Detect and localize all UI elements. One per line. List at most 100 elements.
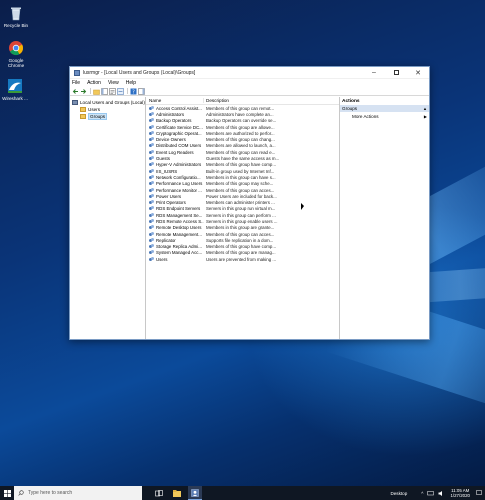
group-name-cell: Device Owners xyxy=(146,137,204,142)
desktop-icon-recycle-bin[interactable]: Recycle Bin xyxy=(1,5,31,28)
actions-section-groups[interactable]: Groups ▲ xyxy=(340,105,429,112)
group-name-cell: Administrators xyxy=(146,111,204,117)
start-button[interactable] xyxy=(0,486,14,500)
properties-icon xyxy=(109,87,116,95)
group-name: Backup Operators xyxy=(156,118,192,124)
taskbar: Type here to search Desktop ^ 11:05 AM 1… xyxy=(0,486,485,500)
actions-title: Actions xyxy=(342,98,360,104)
maximize-button[interactable] xyxy=(385,67,407,79)
table-row[interactable]: Remote Desktop Users Members in this grou… xyxy=(146,225,339,231)
taskbar-lusrmgr[interactable] xyxy=(188,486,202,500)
group-icon xyxy=(149,130,154,136)
table-row[interactable]: Distributed COM Users Members are allowed… xyxy=(146,143,339,149)
taskbar-clock[interactable]: 11:05 AM 1/27/2020 xyxy=(450,488,470,498)
minimize-icon: – xyxy=(372,69,376,76)
group-icon xyxy=(149,206,154,211)
group-name-cell: System Managed Acc... xyxy=(146,250,204,255)
group-icon xyxy=(149,237,154,243)
submenu-arrow-icon: ▶ xyxy=(423,113,427,119)
table-row[interactable]: Storage Replica Admi... Members of this g… xyxy=(146,244,339,250)
group-description: Members can administer printers ... xyxy=(206,200,275,206)
column-header-description[interactable]: Description xyxy=(204,98,339,103)
table-row[interactable]: Print Operators Members can administer pr… xyxy=(146,199,339,205)
group-icon xyxy=(149,124,154,130)
table-row[interactable]: Access Control Assist... Members of this … xyxy=(146,105,339,111)
close-button[interactable]: ✕ xyxy=(407,67,429,79)
table-row[interactable]: Network Configuratio... Members in this g… xyxy=(146,174,339,180)
refresh-button[interactable] xyxy=(117,87,124,95)
menu-view[interactable]: View xyxy=(108,80,119,86)
table-row[interactable]: Remote Management... Members of this grou… xyxy=(146,231,339,237)
table-row[interactable]: Performance Log Users Members of this gro… xyxy=(146,181,339,187)
table-row[interactable]: Certificate Service DC... Members of this… xyxy=(146,124,339,130)
table-row[interactable]: Power Users Power Users are included for … xyxy=(146,193,339,199)
table-row[interactable]: Guests Guests have the same access as m..… xyxy=(146,155,339,161)
help-button[interactable]: ? xyxy=(130,88,137,95)
group-name: RDS Management Se... xyxy=(156,212,203,218)
table-row[interactable]: Replicator Supports file replication in a… xyxy=(146,237,339,243)
group-name-cell: RDS Endpoint Servers xyxy=(146,206,204,211)
table-row[interactable]: Performance Monitor ... Members of this g… xyxy=(146,187,339,193)
group-name-cell: Cryptographic Operat... xyxy=(146,130,204,136)
minimize-button[interactable]: – xyxy=(363,67,385,79)
table-row[interactable]: Administrators Administrators have comple… xyxy=(146,111,339,117)
table-row[interactable]: RDS Remote Access S... Servers in this gr… xyxy=(146,218,339,224)
table-row[interactable]: Device Owners Members of this group can c… xyxy=(146,136,339,142)
toolbar-separator xyxy=(127,88,128,94)
table-row[interactable]: System Managed Acc... Members of this gro… xyxy=(146,250,339,256)
menu-action[interactable]: Action xyxy=(87,80,101,86)
tree-root[interactable]: Local Users and Groups (Local) xyxy=(70,99,145,106)
group-icon xyxy=(149,156,154,161)
taskbar-file-explorer[interactable] xyxy=(170,486,184,500)
table-row[interactable]: Backup Operators Backup Operators can ove… xyxy=(146,118,339,124)
desktop-icon-wireshark[interactable]: Wireshark ... xyxy=(0,78,30,101)
group-name: Device Owners xyxy=(156,137,186,143)
group-description: Members of this group can read e... xyxy=(206,149,276,155)
group-name-cell: Performance Monitor ... xyxy=(146,187,204,193)
show-hide-tree-button[interactable] xyxy=(101,87,108,95)
properties-button[interactable] xyxy=(109,87,116,95)
console-tree: Local Users and Groups (Local) Users Gro… xyxy=(70,97,146,339)
group-description: Users are prevented from making ... xyxy=(206,256,277,262)
folder-icon xyxy=(80,107,86,112)
tree-item-users[interactable]: Users xyxy=(70,106,145,113)
column-header-name[interactable]: Name xyxy=(146,98,204,103)
group-name: Storage Replica Admi... xyxy=(156,244,202,250)
table-row[interactable]: RDS Endpoint Servers Servers in this grou… xyxy=(146,206,339,212)
menu-file[interactable]: File xyxy=(72,80,80,86)
desktop: Recycle Bin Google Chrome Wireshark ... … xyxy=(0,0,485,486)
up-one-level-button[interactable] xyxy=(93,88,100,95)
desktop-icon-label: Google Chrome xyxy=(7,58,25,68)
group-icon xyxy=(149,193,154,199)
search-placeholder: Type here to search xyxy=(28,490,73,496)
table-row[interactable]: RDS Management Se... Servers in this grou… xyxy=(146,212,339,218)
task-view-icon xyxy=(155,489,163,496)
maximize-icon xyxy=(393,70,399,75)
group-name: Hyper-V Administrators xyxy=(156,162,202,168)
menu-help[interactable]: Help xyxy=(126,80,136,86)
group-icon xyxy=(149,137,154,142)
more-actions-item[interactable]: More Actions ▶ xyxy=(340,112,429,120)
back-button[interactable] xyxy=(72,88,79,95)
more-actions-label: More Actions xyxy=(352,113,379,119)
console-tree-icon xyxy=(101,87,108,95)
table-row[interactable]: Event Log Readers Members of this group c… xyxy=(146,149,339,155)
table-row[interactable]: Hyper-V Administrators Members of this gr… xyxy=(146,162,339,168)
title-bar[interactable]: lusrmgr - [Local Users and Groups (Local… xyxy=(70,67,429,79)
table-row[interactable]: Cryptographic Operat... Members are autho… xyxy=(146,130,339,136)
forward-button[interactable] xyxy=(80,88,87,95)
group-name-cell: Replicator xyxy=(146,237,204,243)
mouse-cursor xyxy=(301,203,304,210)
desktop-icon-chrome[interactable]: Google Chrome xyxy=(1,40,31,68)
table-row[interactable]: Users Users are prevented from making ... xyxy=(146,256,339,262)
tree-item-groups[interactable]: Groups xyxy=(70,113,145,120)
back-arrow-icon xyxy=(72,88,78,94)
group-name-cell: Performance Log Users xyxy=(146,181,204,186)
desktop-toolbar-label[interactable]: Desktop xyxy=(390,491,407,496)
table-row[interactable]: IIS_IUSRS Built-in group used by Internet… xyxy=(146,168,339,174)
task-view-button[interactable] xyxy=(152,486,166,500)
show-hidden-icons-icon[interactable]: ^ xyxy=(421,491,423,496)
show-hide-action-pane-button[interactable] xyxy=(138,87,145,95)
group-description: Members are authorized to perfor... xyxy=(206,130,275,136)
taskbar-search-box[interactable]: Type here to search xyxy=(14,486,142,500)
